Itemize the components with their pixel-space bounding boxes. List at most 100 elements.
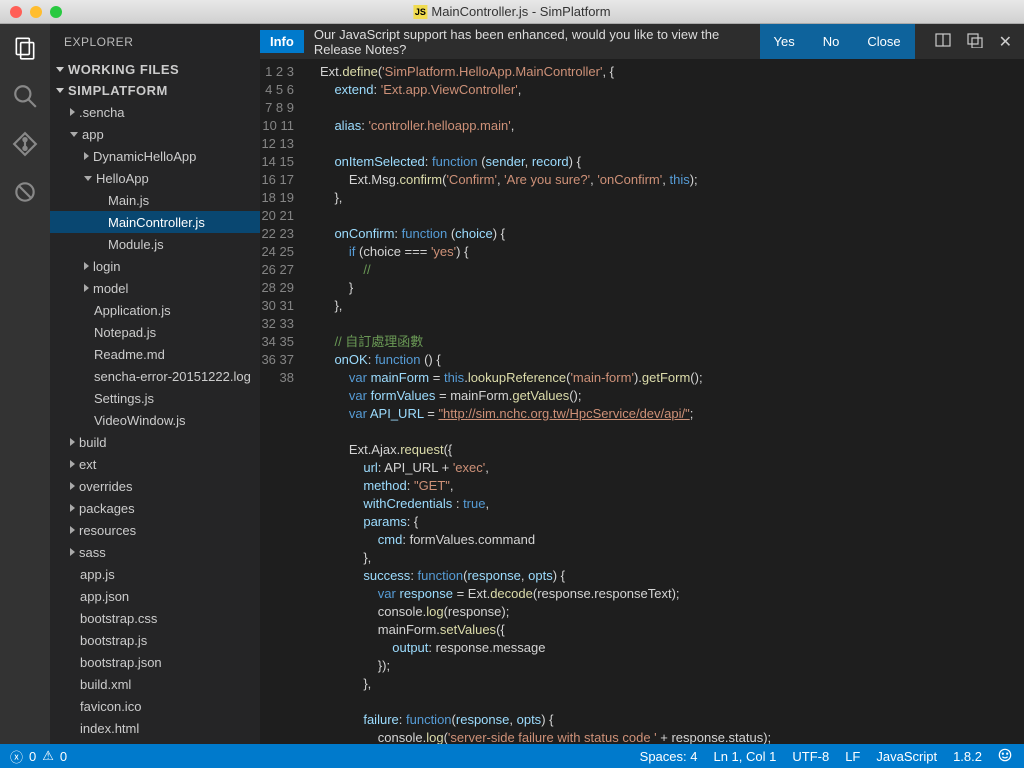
tree-item-label: ext [79, 457, 96, 472]
tree-item[interactable]: app.js [50, 563, 260, 585]
tree-item-label: build [79, 435, 106, 450]
debug-icon[interactable] [11, 178, 39, 206]
tree-item-label: bootstrap.js [80, 633, 147, 648]
cursor-position[interactable]: Ln 1, Col 1 [713, 749, 776, 764]
tree-item-label: bootstrap.json [80, 655, 162, 670]
tree-item-label: Main.js [108, 193, 149, 208]
js-file-icon: JS [413, 5, 427, 19]
tree-item-label: packages [79, 501, 135, 516]
tree-item-label: build.xml [80, 677, 131, 692]
warnings-icon[interactable]: ⚠ [42, 748, 54, 764]
tree-item-label: Readme.md [94, 347, 165, 362]
tree-item[interactable]: Notepad.js [50, 321, 260, 343]
tree-item-label: favicon.ico [80, 699, 141, 714]
tree-item[interactable]: Settings.js [50, 387, 260, 409]
feedback-icon[interactable] [998, 748, 1012, 765]
line-gutter: 1 2 3 4 5 6 7 8 9 10 11 12 13 14 15 16 1… [260, 59, 308, 744]
tree-item-label: VideoWindow.js [94, 413, 186, 428]
maximize-window-button[interactable] [50, 6, 62, 18]
editor-actions: ✕ [935, 32, 1024, 52]
tree-item-label: Application.js [94, 303, 171, 318]
search-icon[interactable] [11, 82, 39, 110]
tree-item-label: sencha-error-20151222.log [94, 369, 251, 384]
window-title: JS MainController.js - SimPlatform [413, 4, 610, 19]
project-section[interactable]: SIMPLATFORM [50, 80, 260, 101]
tree-item[interactable]: app.json [50, 585, 260, 607]
tree-item-label: bootstrap.css [80, 611, 157, 626]
code-editor[interactable]: 1 2 3 4 5 6 7 8 9 10 11 12 13 14 15 16 1… [260, 59, 1024, 744]
tree-item[interactable]: bootstrap.js [50, 629, 260, 651]
titlebar: JS MainController.js - SimPlatform [0, 0, 1024, 24]
tree-item-label: app.json [80, 589, 129, 604]
yes-button[interactable]: Yes [760, 24, 809, 59]
tree-item[interactable]: overrides [50, 475, 260, 497]
editor-area: Info Our JavaScript support has been enh… [260, 24, 1024, 744]
tree-item-label: resources [79, 523, 136, 538]
tree-item-label: MainController.js [108, 215, 205, 230]
tree-item[interactable]: sass [50, 541, 260, 563]
tree-item[interactable]: packages [50, 497, 260, 519]
tree-item-label: Notepad.js [94, 325, 156, 340]
tree-item[interactable]: favicon.ico [50, 695, 260, 717]
split-editor-icon[interactable] [935, 32, 951, 51]
working-files-section[interactable]: WORKING FILES [50, 59, 260, 80]
tree-item[interactable]: .sencha [50, 101, 260, 123]
status-bar: ⓧ 0 ⚠ 0 Spaces: 4 Ln 1, Col 1 UTF-8 LF Jav… [0, 744, 1024, 768]
explorer-header: EXPLORER [50, 24, 260, 59]
tree-item-label: model [93, 281, 128, 296]
tree-item[interactable]: Application.js [50, 299, 260, 321]
info-badge: Info [260, 30, 304, 53]
tree-item-label: app [82, 127, 104, 142]
tree-item[interactable]: bootstrap.json [50, 651, 260, 673]
no-button[interactable]: No [809, 24, 854, 59]
tree-item[interactable]: sencha-error-20151222.log [50, 365, 260, 387]
code-content[interactable]: Ext.define('SimPlatform.HelloApp.MainCon… [308, 59, 1024, 744]
open-changes-icon[interactable] [967, 32, 983, 51]
explorer-icon[interactable] [11, 34, 39, 62]
tree-item[interactable]: build [50, 431, 260, 453]
close-notif-button[interactable]: Close [853, 24, 914, 59]
tree-item[interactable]: DynamicHelloApp [50, 145, 260, 167]
minimize-window-button[interactable] [30, 6, 42, 18]
tree-item[interactable]: app [50, 123, 260, 145]
tree-item[interactable]: MainController.js [50, 211, 260, 233]
tree-item-label: app.js [80, 567, 115, 582]
warnings-count[interactable]: 0 [60, 749, 67, 764]
tree-item[interactable]: build.xml [50, 673, 260, 695]
working-files-label: WORKING FILES [68, 62, 179, 77]
tree-item[interactable]: bootstrap.css [50, 607, 260, 629]
tree-item[interactable]: Module.js [50, 233, 260, 255]
tree-item-label: login [93, 259, 120, 274]
notification-text: Our JavaScript support has been enhanced… [304, 27, 760, 57]
language-status[interactable]: JavaScript [876, 749, 937, 764]
git-icon[interactable] [11, 130, 39, 158]
tree-item-label: DynamicHelloApp [93, 149, 196, 164]
encoding-status[interactable]: UTF-8 [792, 749, 829, 764]
project-label: SIMPLATFORM [68, 83, 168, 98]
title-text: MainController.js - SimPlatform [431, 4, 610, 19]
close-window-button[interactable] [10, 6, 22, 18]
tree-item[interactable]: Readme.md [50, 343, 260, 365]
tree-item[interactable]: model [50, 277, 260, 299]
tree-item[interactable]: login [50, 255, 260, 277]
errors-count[interactable]: 0 [29, 749, 36, 764]
notification-bar: Info Our JavaScript support has been enh… [260, 24, 1024, 59]
tree-item[interactable]: resources [50, 519, 260, 541]
tree-item-label: overrides [79, 479, 132, 494]
window-controls [0, 6, 62, 18]
version-status[interactable]: 1.8.2 [953, 749, 982, 764]
tree-item[interactable]: Main.js [50, 189, 260, 211]
tree-item[interactable]: ext [50, 453, 260, 475]
activity-bar [0, 24, 50, 744]
tree-item-label: Module.js [108, 237, 164, 252]
tree-item-label: HelloApp [96, 171, 149, 186]
file-tree: .sencha app DynamicHelloApp HelloApp Main.js… [50, 101, 260, 744]
tree-item[interactable]: HelloApp [50, 167, 260, 189]
errors-icon[interactable]: ⓧ [10, 747, 23, 766]
close-x-icon[interactable]: ✕ [999, 32, 1012, 52]
eol-status[interactable]: LF [845, 749, 860, 764]
tree-item[interactable]: VideoWindow.js [50, 409, 260, 431]
tree-item-label: index.html [80, 721, 139, 736]
tree-item[interactable]: index.html [50, 717, 260, 739]
indent-status[interactable]: Spaces: 4 [640, 749, 698, 764]
